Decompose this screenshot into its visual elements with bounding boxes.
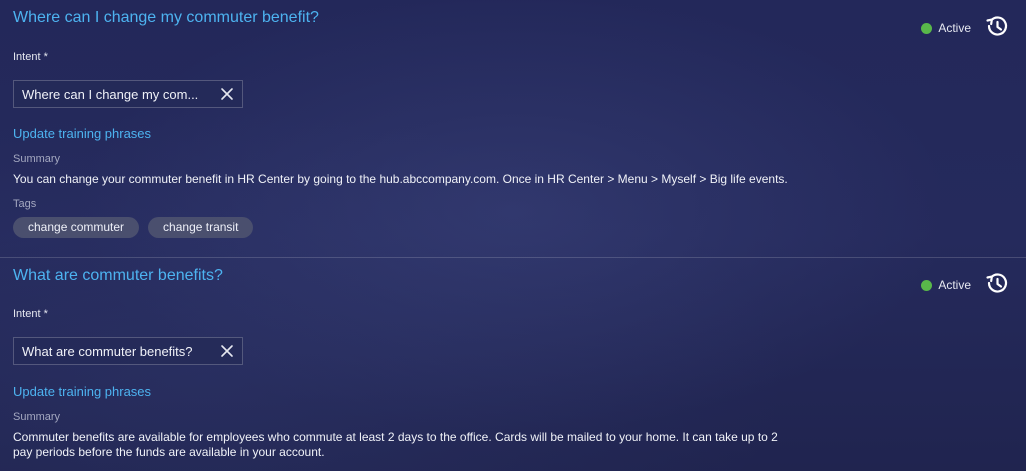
close-icon[interactable] xyxy=(220,344,234,358)
active-status-dot xyxy=(921,22,933,34)
faq-card: Where can I change my commuter benefit? … xyxy=(0,0,1026,258)
tag-chip[interactable]: change transit xyxy=(148,217,254,238)
update-training-phrases-link[interactable]: Update training phrases xyxy=(13,126,151,141)
intent-field[interactable]: What are commuter benefits? xyxy=(13,337,243,365)
faq-title[interactable]: Where can I change my commuter benefit? xyxy=(13,9,319,27)
summary-text: You can change your commuter benefit in … xyxy=(13,172,788,186)
active-status-dot xyxy=(921,279,933,291)
history-icon[interactable] xyxy=(982,269,1010,297)
history-icon[interactable] xyxy=(982,12,1010,40)
intent-value: Where can I change my com... xyxy=(22,86,199,102)
intent-label: Intent * xyxy=(13,51,48,63)
intent-label: Intent * xyxy=(13,308,48,320)
status-indicator: Active xyxy=(921,278,971,292)
close-icon[interactable] xyxy=(220,87,234,101)
update-training-phrases-link[interactable]: Update training phrases xyxy=(13,384,151,399)
status-label: Active xyxy=(938,21,971,35)
intent-field[interactable]: Where can I change my com... xyxy=(13,80,243,108)
tag-chip[interactable]: change commuter xyxy=(13,217,140,238)
faq-card: What are commuter benefits? Active Inten… xyxy=(0,258,1026,471)
intent-value: What are commuter benefits? xyxy=(22,343,193,359)
status-label: Active xyxy=(938,278,971,292)
status-indicator: Active xyxy=(921,21,971,35)
summary-label: Summary xyxy=(13,153,61,165)
tags-label: Tags xyxy=(13,198,37,210)
tag-list: change commuter change transit xyxy=(13,217,254,238)
faq-title[interactable]: What are commuter benefits? xyxy=(13,267,223,285)
summary-text: Commuter benefits are available for empl… xyxy=(13,430,778,459)
summary-label: Summary xyxy=(13,411,61,423)
